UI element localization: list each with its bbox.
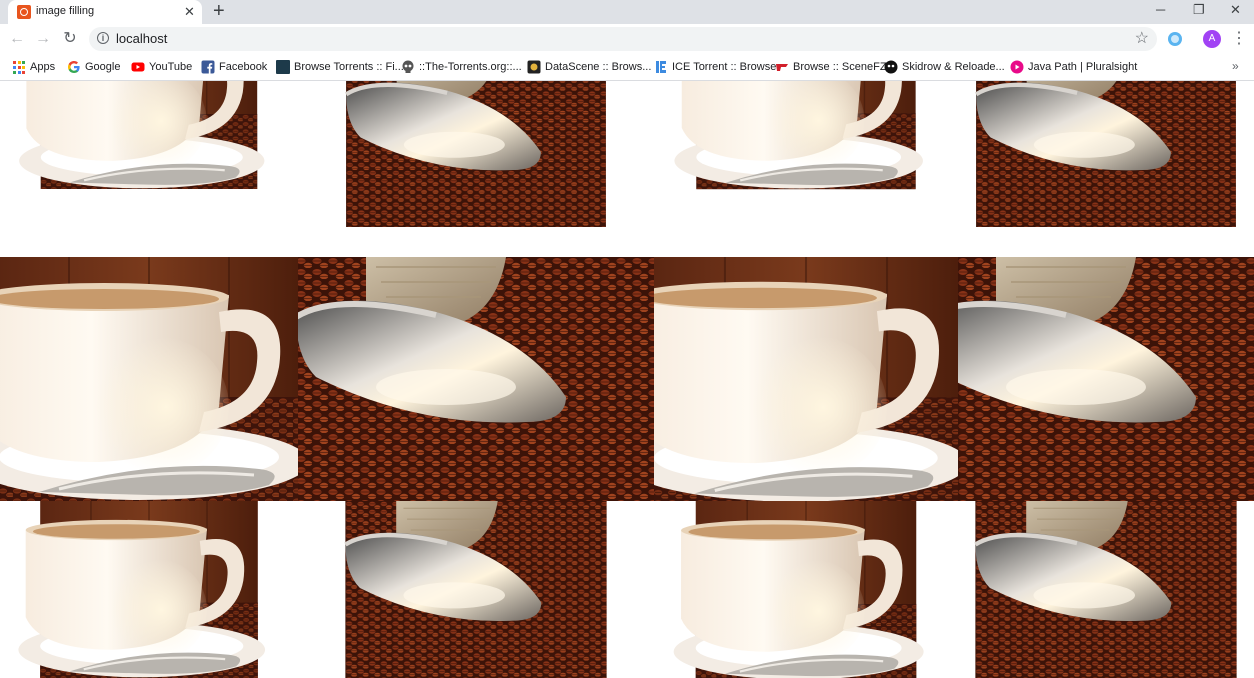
minimize-button[interactable]: ─: [1156, 2, 1165, 18]
coffee-cup-image: [0, 257, 298, 501]
tiled-background: [0, 81, 1254, 678]
bookmark-star-icon[interactable]: ☆: [1135, 29, 1149, 49]
browser-toolbar: ← → ↻ i localhost ☆: [0, 24, 1254, 54]
tab-title: image filling: [36, 5, 95, 17]
google-icon: [68, 61, 80, 73]
back-button[interactable]: ←: [7, 29, 27, 49]
pluralsight-icon: [1010, 60, 1024, 74]
address-bar[interactable]: i localhost ☆: [89, 27, 1157, 51]
coffee-scoop-image: [298, 81, 654, 257]
torrent-site-icon: [276, 60, 290, 74]
coffee-cup-image: [654, 81, 958, 257]
youtube-icon: [131, 62, 145, 72]
skull-icon: [402, 60, 414, 73]
more-bookmarks-icon[interactable]: »: [1232, 59, 1239, 73]
chrome-menu-icon[interactable]: ⋮: [1231, 30, 1247, 48]
ice-torrent-icon: [656, 61, 666, 73]
page-favicon-icon: [17, 5, 31, 19]
skidrow-icon: [884, 60, 898, 74]
coffee-scoop-image: [298, 501, 654, 678]
bookmarks-bar: Apps Google YouTube Facebook Browse Torr…: [0, 54, 1254, 81]
reload-button[interactable]: ↻: [60, 29, 80, 49]
profile-avatar[interactable]: A: [1203, 30, 1221, 48]
coffee-scoop-image: [958, 257, 1254, 501]
tab-close-icon[interactable]: ✕: [184, 4, 195, 20]
tab-image-filling[interactable]: image filling ✕: [8, 0, 202, 24]
coffee-cup-image: [654, 257, 958, 501]
new-tab-button[interactable]: +: [213, 0, 225, 22]
coffee-cup-image: [654, 501, 958, 678]
extension-icon[interactable]: [1168, 32, 1182, 46]
window-close-button[interactable]: ✕: [1230, 2, 1241, 18]
scenefz-icon: [776, 64, 788, 71]
tab-strip: image filling ✕ + ─ ❐ ✕: [0, 0, 1254, 24]
coffee-scoop-image: [298, 257, 654, 501]
datascene-icon: [527, 60, 541, 74]
site-info-icon[interactable]: i: [97, 32, 109, 44]
restore-button[interactable]: ❐: [1193, 2, 1205, 18]
url-text[interactable]: localhost: [116, 31, 167, 46]
facebook-icon: [201, 60, 215, 74]
coffee-scoop-image: [958, 501, 1254, 678]
coffee-cup-image: [0, 501, 298, 678]
apps-grid-icon: [12, 60, 28, 76]
coffee-cup-image: [0, 81, 298, 257]
forward-button[interactable]: →: [33, 29, 53, 49]
coffee-scoop-image: [958, 81, 1254, 257]
